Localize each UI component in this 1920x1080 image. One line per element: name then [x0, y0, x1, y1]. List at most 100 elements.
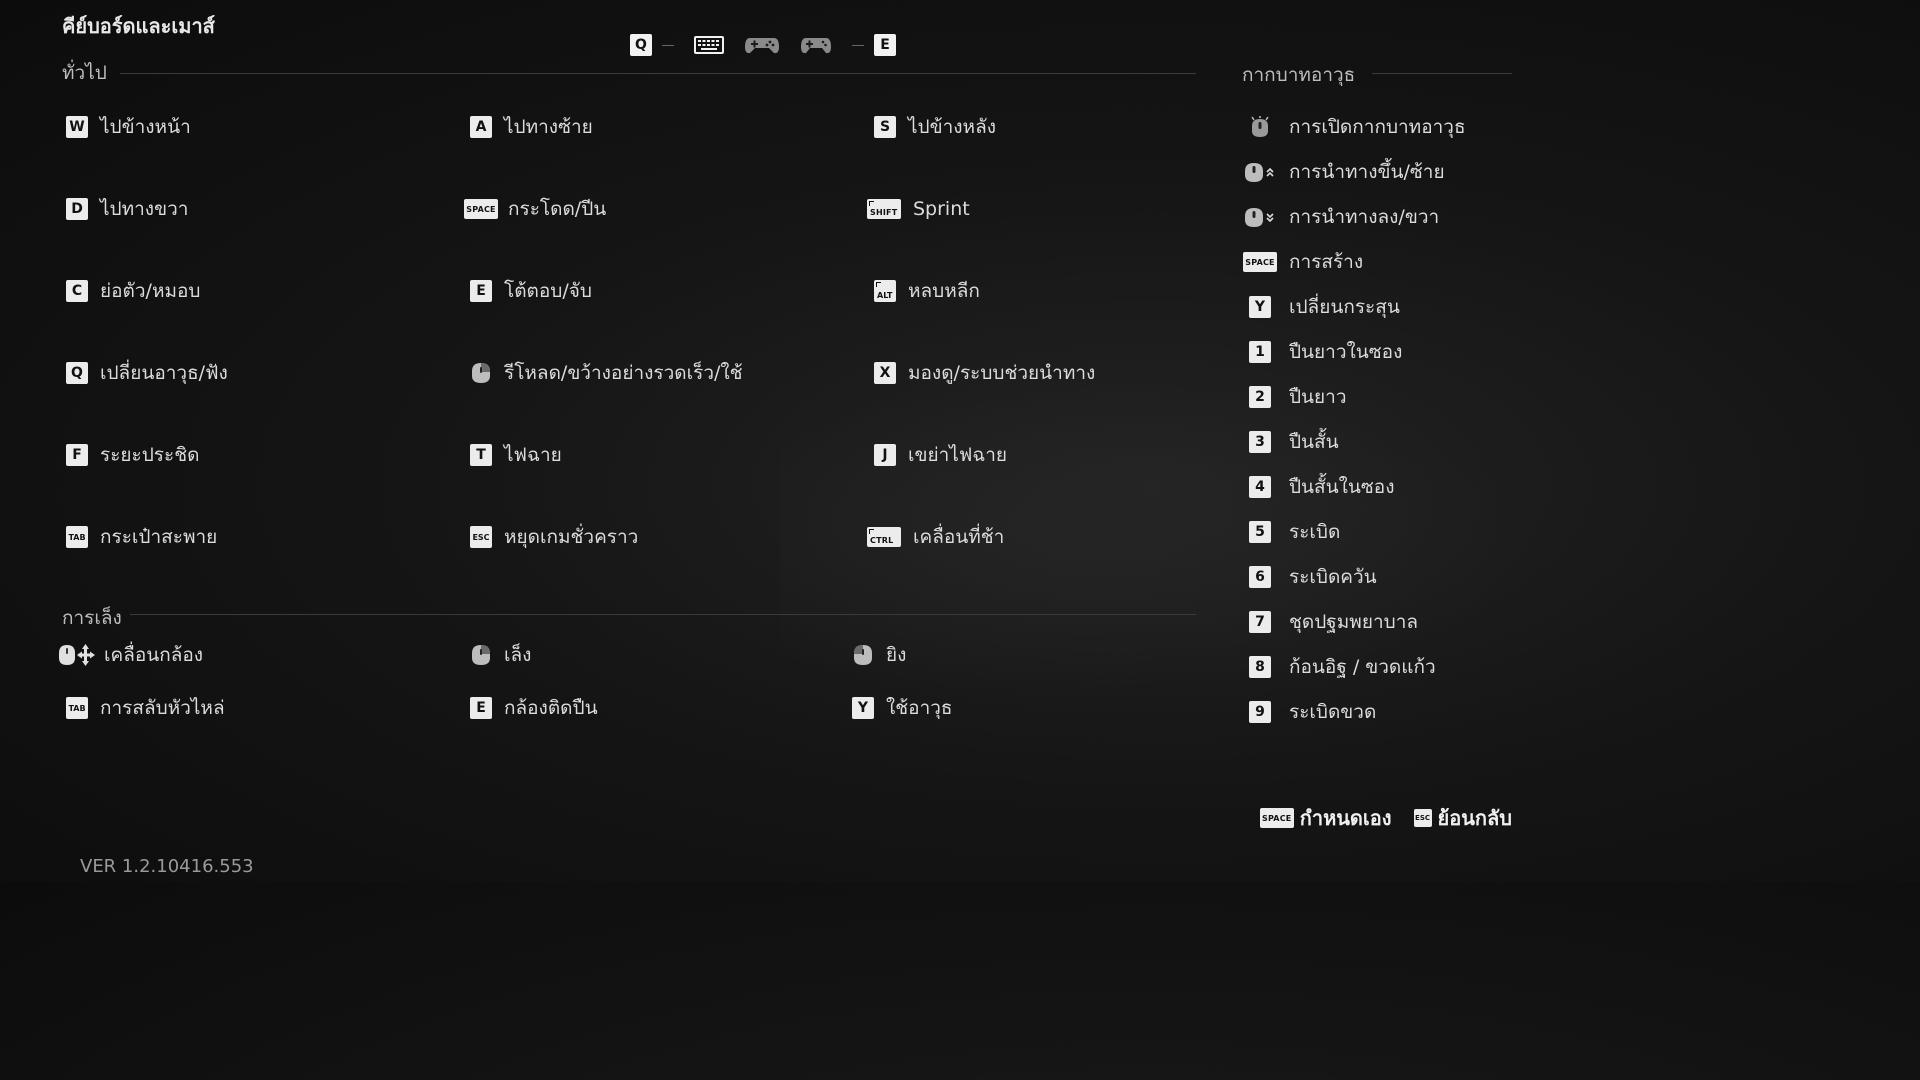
key-badge: ALT [874, 280, 896, 302]
key-badge: 7 [1249, 611, 1271, 633]
back-button[interactable]: ESC ย้อนกลับ [1413, 802, 1512, 834]
binding-label: ย่อตัว/หมอบ [100, 280, 201, 302]
binding-row[interactable]: C ย่อตัว/หมอบ [66, 276, 200, 306]
binding-row[interactable]: 2 ปืนยาว [1249, 382, 1347, 412]
binding-row[interactable]: D ไปทางขวา [66, 194, 188, 224]
binding-row[interactable]: SHIFT Sprint [867, 194, 970, 224]
key-badge: ESC [470, 526, 492, 548]
binding-row[interactable]: 8 ก้อนอิฐ / ขวดแก้ว [1249, 652, 1436, 682]
binding-label: เล็ง [504, 644, 532, 666]
binding-row[interactable]: 1 ปืนยาวในซอง [1249, 337, 1402, 367]
gamepad-icon[interactable] [800, 35, 832, 55]
binding-row[interactable]: Q เปลี่ยนอาวุธ/ฟัง [66, 358, 228, 388]
key-badge: SHIFT [867, 199, 901, 219]
divider [120, 73, 1196, 74]
binding-label: Sprint [913, 198, 970, 220]
key-badge: ESC [1413, 809, 1432, 827]
binding-label: ปืนสั้น [1289, 431, 1339, 453]
binding-row[interactable]: Y เปลี่ยนกระสุน [1249, 292, 1400, 322]
binding-row[interactable]: ALT หลบหลีก [874, 276, 980, 306]
binding-row[interactable]: 6 ระเบิดควัน [1249, 562, 1377, 592]
binding-row[interactable]: Y ใช้อาวุธ [852, 693, 953, 723]
binding-label: หยุดเกมชั่วคราว [504, 526, 639, 548]
divider [852, 44, 864, 46]
prev-device-key[interactable]: Q [630, 34, 652, 56]
next-device-key[interactable]: E [874, 34, 896, 56]
mouse-middle-icon [1243, 115, 1277, 139]
binding-row[interactable]: 4 ปืนสั้นในซอง [1249, 472, 1394, 502]
binding-label: ใช้อาวุธ [886, 697, 953, 719]
divider [662, 44, 674, 46]
key-badge: W [66, 116, 88, 138]
binding-label: ชุดปฐมพยาบาล [1289, 611, 1419, 633]
binding-label: ไปทางขวา [100, 198, 189, 220]
key-badge: E [470, 697, 492, 719]
key-badge: 2 [1249, 386, 1271, 408]
binding-label: การสลับหัวไหล่ [100, 697, 225, 719]
key-badge: Y [1249, 296, 1271, 318]
binding-row[interactable]: การนำทางขึ้น/ซ้าย [1243, 157, 1445, 187]
binding-row[interactable]: เล็ง [470, 640, 531, 670]
binding-label: กล้องติดปืน [504, 697, 598, 719]
binding-label: เปลี่ยนอาวุธ/ฟัง [100, 362, 228, 384]
customize-button[interactable]: SPACE กำหนดเอง [1259, 802, 1392, 834]
binding-row[interactable]: เคลื่อนกล้อง [58, 640, 203, 670]
binding-row[interactable]: การนำทางลง/ขวา [1243, 202, 1439, 232]
binding-label: เคลื่อนกล้อง [104, 644, 204, 666]
key-badge: D [66, 198, 88, 220]
binding-label: ไปทางซ้าย [504, 116, 593, 138]
binding-label: ปืนยาว [1289, 386, 1347, 408]
key-badge: Y [852, 697, 874, 719]
key-badge: CTRL [867, 527, 901, 547]
binding-row[interactable]: ยิง [852, 640, 906, 670]
footer-actions: SPACE กำหนดเอง ESC ย้อนกลับ [1259, 802, 1512, 834]
binding-label: เคลื่อนที่ช้า [913, 526, 1005, 548]
binding-row[interactable]: SPACE การสร้าง [1243, 247, 1363, 277]
key-badge: 8 [1249, 656, 1271, 678]
binding-row[interactable]: E โต้ตอบ/จับ [470, 276, 592, 306]
key-badge: SPACE [464, 199, 498, 219]
binding-label: ระเบิดขวด [1289, 701, 1377, 723]
binding-label: การสร้าง [1289, 251, 1364, 273]
binding-row[interactable]: F ระยะประชิด [66, 440, 199, 470]
binding-row[interactable]: S ไปข้างหลัง [874, 112, 996, 142]
binding-row[interactable]: J เขย่าไฟฉาย [874, 440, 1007, 470]
binding-label: รีโหลด/ขว้างอย่างรวดเร็ว/ใช้ [504, 362, 743, 384]
binding-label: ก้อนอิฐ / ขวดแก้ว [1289, 656, 1436, 678]
key-badge: 3 [1249, 431, 1271, 453]
binding-row[interactable]: 9 ระเบิดขวด [1249, 697, 1376, 727]
key-badge: S [874, 116, 896, 138]
key-badge: E [470, 280, 492, 302]
divider [130, 614, 1196, 615]
binding-label: กระเป๋าสะพาย [100, 526, 218, 548]
binding-row[interactable]: T ไฟฉาย [470, 440, 562, 470]
binding-row[interactable]: 5 ระเบิด [1249, 517, 1340, 547]
key-badge: J [874, 444, 896, 466]
binding-row[interactable]: 7 ชุดปฐมพยาบาล [1249, 607, 1418, 637]
binding-row[interactable]: ESC หยุดเกมชั่วคราว [470, 522, 638, 552]
binding-row[interactable]: รีโหลด/ขว้างอย่างรวดเร็ว/ใช้ [470, 358, 743, 388]
back-label: ย้อนกลับ [1437, 806, 1512, 830]
binding-row[interactable]: การเปิดกากบาทอาวุธ [1243, 112, 1466, 142]
binding-row[interactable]: SPACE กระโดด/ปีน [464, 194, 606, 224]
key-badge: TAB [66, 697, 88, 719]
binding-row[interactable]: 3 ปืนสั้น [1249, 427, 1339, 457]
binding-row[interactable]: TAB กระเป๋าสะพาย [66, 522, 217, 552]
binding-label: เขย่าไฟฉาย [908, 444, 1008, 466]
binding-label: ระเบิด [1289, 521, 1341, 543]
binding-row[interactable]: CTRL เคลื่อนที่ช้า [867, 522, 1004, 552]
binding-row[interactable]: X มองดู/ระบบช่วยนำทาง [874, 358, 1095, 388]
binding-label: ยิง [886, 644, 907, 666]
binding-row[interactable]: E กล้องติดปืน [470, 693, 598, 723]
binding-label: เปลี่ยนกระสุน [1289, 296, 1400, 318]
keyboard-icon[interactable] [694, 36, 724, 54]
key-badge: Q [66, 362, 88, 384]
gamepad-icon[interactable] [744, 35, 780, 55]
binding-row[interactable]: W ไปข้างหน้า [66, 112, 191, 142]
key-badge: F [66, 444, 88, 466]
binding-label: ระเบิดควัน [1289, 566, 1377, 588]
binding-row[interactable]: TAB การสลับหัวไหล่ [66, 693, 225, 723]
binding-label: มองดู/ระบบช่วยนำทาง [908, 362, 1096, 384]
binding-row[interactable]: A ไปทางซ้าย [470, 112, 593, 142]
binding-label: ปืนยาวในซอง [1289, 341, 1403, 363]
